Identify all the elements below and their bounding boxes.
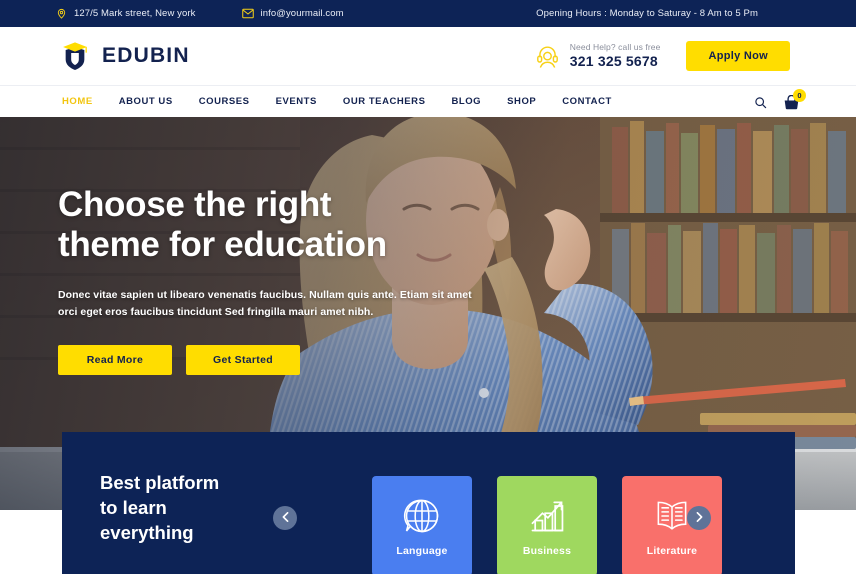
address-item: 127/5 Mark street, New york	[56, 8, 196, 19]
panel-title-line3: everything	[100, 521, 194, 543]
search-icon[interactable]	[754, 96, 767, 109]
graduation-shield-logo	[58, 39, 92, 73]
shopping-bag-icon[interactable]: 0	[783, 88, 806, 110]
category-card-business[interactable]: Business	[497, 476, 597, 574]
nav-item-about-us[interactable]: ABOUT US	[119, 96, 173, 107]
top-info-bar: 127/5 Mark street, New york info@yourmai…	[0, 0, 856, 27]
globe-speech-bubble-icon	[402, 496, 442, 536]
category-label-literature: Literature	[646, 544, 698, 557]
nav-item-courses[interactable]: COURSES	[199, 96, 250, 107]
page-root: 127/5 Mark street, New york info@yourmai…	[0, 0, 856, 574]
brand-name: EDUBIN	[102, 44, 190, 67]
call-label: Need Help? call us free	[569, 41, 661, 52]
panel-title: Best platform to learn everything	[100, 471, 219, 545]
panel-title-line2: to learn	[100, 496, 167, 518]
cart-count-badge: 0	[793, 88, 806, 102]
bar-chart-growth-icon	[527, 496, 567, 536]
nav-item-blog[interactable]: BLOG	[451, 96, 481, 107]
category-label-language: Language	[396, 544, 448, 557]
nav-item-our-teachers[interactable]: OUR TEACHERS	[343, 96, 426, 107]
call-us-block: Need Help? call us free 321 325 5678	[534, 42, 661, 70]
hero-content: Choose the right theme for education Don…	[58, 185, 538, 375]
hero-button-group: Read More Get Started	[58, 344, 538, 375]
envelope-icon	[241, 8, 254, 19]
carousel-next-button[interactable]	[687, 506, 711, 530]
nav-item-shop[interactable]: SHOP	[507, 96, 536, 107]
chevron-right-icon	[696, 511, 703, 525]
apply-now-button[interactable]: Apply Now	[686, 41, 790, 71]
chevron-left-icon	[282, 511, 289, 525]
read-more-button[interactable]: Read More	[58, 344, 172, 375]
nav-item-home[interactable]: HOME	[62, 96, 93, 107]
hero-title-line1: Choose the right	[58, 185, 332, 224]
email-text: info@yourmail.com	[260, 8, 344, 19]
categories-panel: Best platform to learn everything Langua…	[62, 432, 795, 574]
address-text: 127/5 Mark street, New york	[74, 8, 196, 19]
get-started-button[interactable]: Get Started	[186, 344, 300, 375]
opening-hours-text: Opening Hours : Monday to Saturay - 8 Am…	[536, 8, 758, 19]
site-header: EDUBIN Need Help? call us free 321 325 5…	[0, 27, 856, 85]
nav-item-contact[interactable]: CONTACT	[562, 96, 612, 107]
hero-title-line2: theme for education	[58, 224, 387, 264]
nav-list: HOME ABOUT US COURSES EVENTS OUR TEACHER…	[0, 96, 612, 107]
category-card-language[interactable]: Language	[372, 476, 472, 574]
category-label-business: Business	[522, 544, 572, 557]
brand-logo-link[interactable]: EDUBIN	[0, 39, 190, 73]
carousel-prev-button[interactable]	[273, 506, 297, 530]
location-pin-icon	[56, 8, 67, 19]
hero-subtitle: Donec vitae sapien ut libearo venenatis …	[58, 287, 508, 321]
panel-title-line1: Best platform	[100, 472, 220, 493]
hero-subtitle-line1: Donec vitae sapien ut libearo venenatis …	[58, 288, 472, 301]
top-bar-contacts: 127/5 Mark street, New york info@yourmai…	[56, 8, 344, 19]
header-actions: Need Help? call us free 321 325 5678 App…	[534, 27, 790, 85]
call-number: 321 325 5678	[569, 52, 658, 69]
hero-title: Choose the right theme for education	[58, 185, 538, 265]
main-navigation: HOME ABOUT US COURSES EVENTS OUR TEACHER…	[0, 85, 856, 117]
headset-support-icon	[534, 43, 561, 70]
nav-item-events[interactable]: EVENTS	[276, 96, 317, 107]
nav-icon-group: 0	[754, 86, 806, 118]
open-book-icon	[652, 496, 692, 536]
email-item[interactable]: info@yourmail.com	[241, 8, 344, 19]
category-card-list: Language Business Literature	[372, 476, 722, 574]
hero-subtitle-line2: orci eget eros faucibus tincidunt Sed fr…	[58, 305, 374, 318]
opening-hours: Opening Hours : Monday to Saturay - 8 Am…	[536, 0, 856, 27]
